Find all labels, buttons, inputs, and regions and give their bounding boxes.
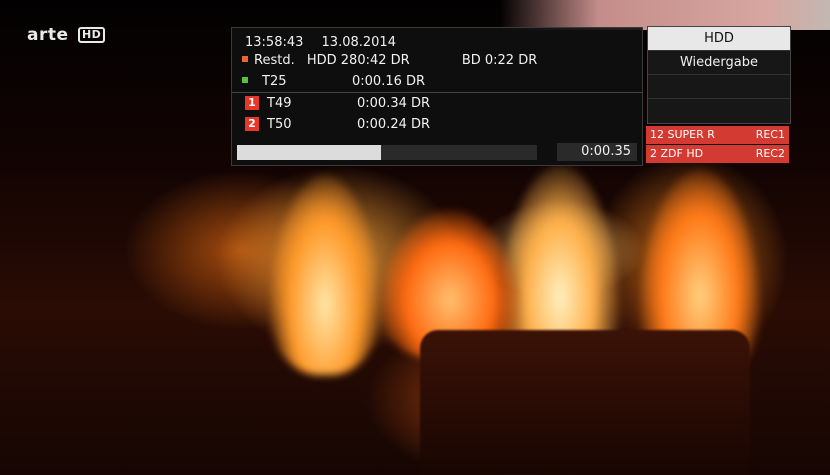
bd-value: BD 0:22 DR <box>461 53 538 68</box>
recording-item[interactable]: 12 SUPER R REC1 <box>646 126 789 144</box>
menu-item-empty[interactable] <box>648 75 790 99</box>
timer-row[interactable]: T25 0:00.16 DR <box>242 74 425 89</box>
timer-value: 0:00.24 DR <box>357 117 431 132</box>
channel-name: arte <box>27 25 69 45</box>
burning-log <box>420 330 750 475</box>
progress-bar <box>237 145 537 160</box>
recording-channel: 12 SUPER R <box>650 128 715 141</box>
recording-list: 12 SUPER R REC1 2 ZDF HD REC2 <box>646 126 789 164</box>
progress-fill <box>237 145 381 160</box>
hd-badge: HD <box>77 27 106 43</box>
recording-slot: REC1 <box>755 128 785 141</box>
timer-name: T50 <box>267 117 292 132</box>
number-badge: 2 <box>245 117 259 131</box>
menu-item-hdd[interactable]: HDD <box>648 27 790 51</box>
recording-slot: REC2 <box>755 147 785 160</box>
timer-value: 0:00.34 DR <box>357 96 431 111</box>
time-text: 13:58:43 <box>245 35 304 50</box>
green-square-icon <box>242 77 248 83</box>
divider <box>232 92 642 93</box>
date-text: 13.08.2014 <box>321 35 396 50</box>
timer-value: 0:00.16 DR <box>352 74 426 89</box>
storage-line: Restd. HDD 280:42 DR BD 0:22 DR <box>242 53 537 68</box>
timer-row[interactable]: 1 T49 0:00.34 DR <box>245 96 430 111</box>
recording-status-panel: 13:58:43 13.08.2014 Restd. HDD 280:42 DR… <box>231 27 643 166</box>
timer-name: T49 <box>267 96 292 111</box>
timer-name: T25 <box>262 74 287 89</box>
menu-item-wiedergabe[interactable]: Wiedergabe <box>648 51 790 75</box>
tv-screen: arte HD 13:58:43 13.08.2014 Restd. HDD 2… <box>0 0 830 475</box>
recording-item[interactable]: 2 ZDF HD REC2 <box>646 145 789 163</box>
hdd-value: HDD 280:42 DR <box>306 53 410 68</box>
channel-logo: arte HD <box>27 25 106 45</box>
source-menu: HDD Wiedergabe <box>647 26 791 124</box>
elapsed-time: 0:00.35 <box>557 143 637 161</box>
recording-channel: 2 ZDF HD <box>650 147 704 160</box>
timer-row[interactable]: 2 T50 0:00.24 DR <box>245 117 430 132</box>
restd-label: Restd. <box>254 53 295 68</box>
menu-item-empty[interactable] <box>648 99 790 122</box>
number-badge: 1 <box>245 96 259 110</box>
orange-square-icon <box>242 56 248 62</box>
fire-flame <box>270 175 380 375</box>
clock-line: 13:58:43 13.08.2014 <box>245 35 396 50</box>
